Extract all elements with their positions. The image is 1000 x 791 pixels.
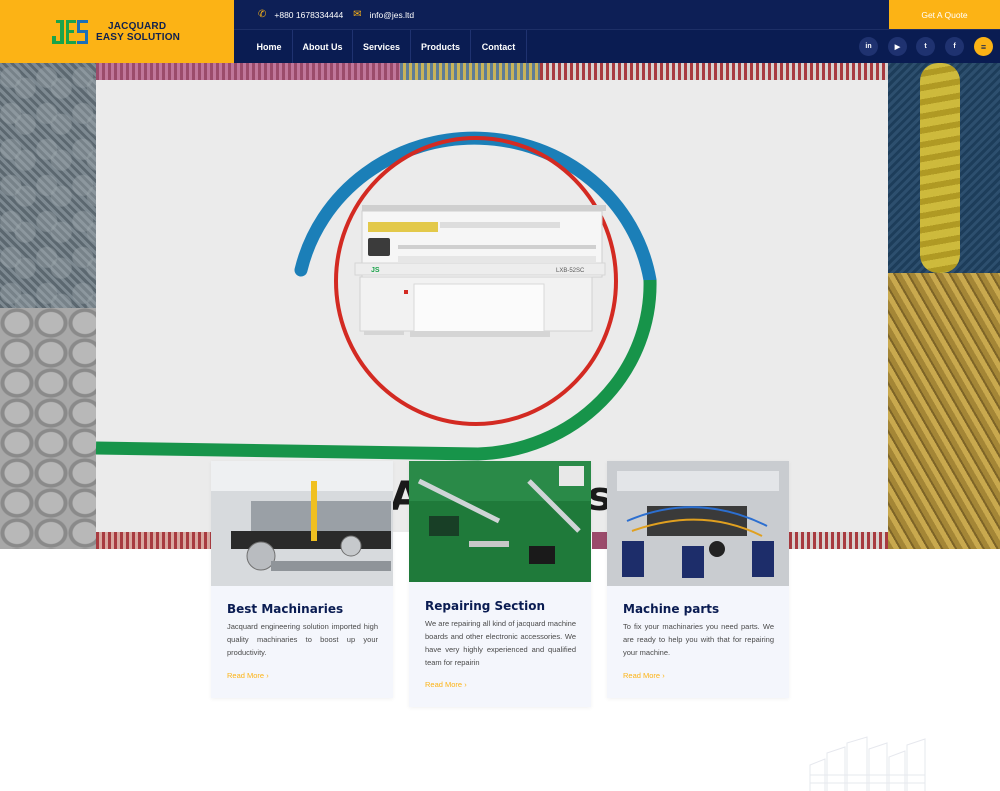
chevron-right-icon: › bbox=[464, 680, 467, 689]
linkedin-icon[interactable]: in bbox=[859, 37, 878, 56]
email-contact[interactable]: ✉ info@jes.ltd bbox=[353, 9, 414, 20]
youtube-icon[interactable]: ▶ bbox=[888, 37, 907, 56]
read-more-link[interactable]: Read More › bbox=[623, 671, 665, 680]
get-quote-button[interactable]: Get A Quote bbox=[889, 0, 1000, 29]
knit-texture-gold bbox=[888, 273, 1000, 549]
card-title: Best Machinaries bbox=[227, 602, 344, 616]
envelope-icon: ✉ bbox=[353, 9, 362, 20]
repairing-photo bbox=[409, 461, 591, 582]
knit-texture-bottom-left bbox=[96, 532, 211, 549]
read-more-link[interactable]: Read More › bbox=[425, 680, 467, 689]
facebook-icon[interactable]: f bbox=[945, 37, 964, 56]
phone-number: +880 1678334444 bbox=[274, 9, 344, 20]
card-title: Machine parts bbox=[623, 602, 720, 616]
chevron-right-icon: › bbox=[266, 671, 269, 680]
main-nav: Home About Us Services Products Contact … bbox=[234, 29, 1000, 63]
read-more-label: Read More bbox=[425, 680, 463, 689]
menu-icon[interactable]: ≡ bbox=[974, 37, 993, 56]
service-card-parts: Machine parts To fix your machinaries yo… bbox=[607, 461, 789, 698]
phone-contact[interactable]: ✆ +880 1678334444 bbox=[258, 9, 343, 20]
nav-home[interactable]: Home bbox=[246, 30, 293, 63]
nav-contact[interactable]: Contact bbox=[471, 30, 527, 63]
contact-bar: ✆ +880 1678334444 ✉ info@jes.ltd bbox=[234, 0, 889, 29]
card-title: Repairing Section bbox=[425, 599, 546, 613]
knit-texture-purple-strip bbox=[96, 63, 400, 80]
knit-texture-bottom-mid bbox=[592, 532, 607, 549]
brand-line-2: EASY SOLUTION bbox=[96, 31, 181, 43]
card-text: To fix your machinaries you need parts. … bbox=[623, 622, 774, 657]
read-more-label: Read More bbox=[227, 671, 265, 680]
knit-texture-red-strip bbox=[540, 63, 888, 80]
machine-parts-photo bbox=[607, 461, 789, 586]
logo[interactable]: JACQUARD EASY SOLUTION bbox=[0, 0, 234, 63]
city-outline-decoration bbox=[809, 736, 926, 791]
jes-logo-icon bbox=[52, 19, 88, 44]
chevron-right-icon: › bbox=[662, 671, 665, 680]
nav-services[interactable]: Services bbox=[353, 30, 411, 63]
read-more-link[interactable]: Read More › bbox=[227, 671, 269, 680]
service-card-repairing: Repairing Section We are repairing all k… bbox=[409, 461, 591, 707]
nav-about-us[interactable]: About Us bbox=[293, 30, 353, 63]
knit-texture-bottom-right bbox=[789, 532, 888, 549]
knit-texture-yellow-cable bbox=[920, 63, 960, 273]
card-text: Jacquard engineering solution imported h… bbox=[227, 622, 378, 657]
knit-texture-blue-strip bbox=[400, 63, 540, 80]
page: JACQUARD EASY SOLUTION ✆ +880 1678334444… bbox=[0, 0, 1000, 791]
machinaries-photo bbox=[211, 461, 393, 586]
brand-line-1: JACQUARD bbox=[108, 20, 167, 32]
knit-texture-white bbox=[0, 308, 96, 549]
card-text: We are repairing all kind of jacquard ma… bbox=[425, 619, 576, 667]
brand-name: JACQUARD EASY SOLUTION bbox=[96, 21, 180, 43]
knit-texture-grey-bobbles bbox=[0, 63, 96, 308]
email-address: info@jes.ltd bbox=[369, 9, 415, 20]
read-more-label: Read More bbox=[623, 671, 661, 680]
twitter-icon[interactable]: t bbox=[916, 37, 935, 56]
nav-products[interactable]: Products bbox=[411, 30, 471, 63]
phone-icon: ✆ bbox=[258, 9, 267, 20]
service-card-machinaries: Best Machinaries Jacquard engineering so… bbox=[211, 461, 393, 698]
